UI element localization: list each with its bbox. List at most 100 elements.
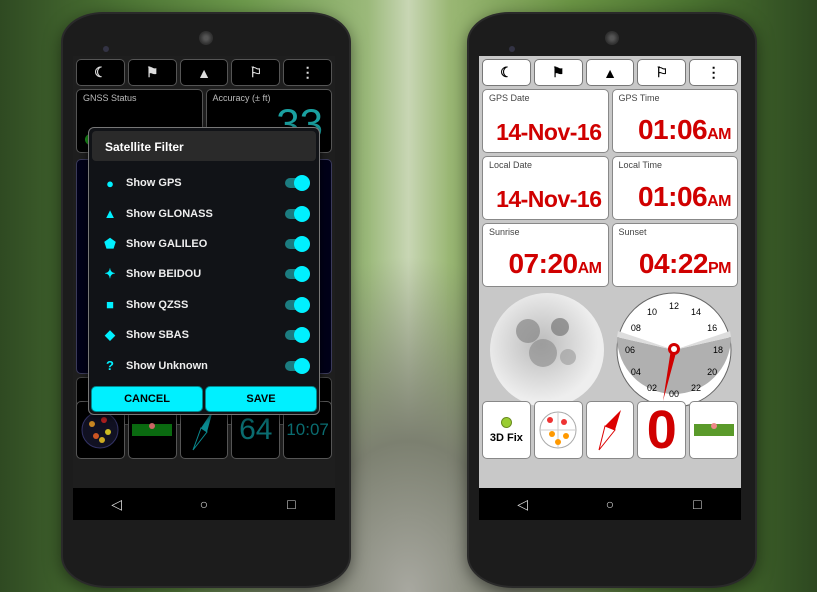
filter-row-sbas[interactable]: ◆ Show SBAS [89, 320, 319, 350]
more-options-button[interactable]: ⋮ [689, 59, 738, 86]
clock-hour-label: 14 [690, 307, 700, 317]
back-button[interactable]: ◁ [508, 496, 538, 513]
right-screen: ☾ ⚑ ▲ ⚐ ⋮ GPS Date 14-Nov-16 GPS Time 01:0… [479, 56, 741, 520]
card-label: GPS Date [489, 93, 530, 103]
fix-text: 3D Fix [489, 431, 523, 444]
local-date-card[interactable]: Local Date 14-Nov-16 [482, 156, 609, 220]
card-value: 07:20 [508, 248, 578, 279]
altitude-value: 64 [239, 413, 273, 446]
qzss-toggle[interactable] [285, 296, 310, 313]
world-map-tile[interactable] [689, 401, 738, 459]
gps-time-card[interactable]: GPS Time 01:06AM [611, 89, 738, 153]
right-phone: ☾ ⚑ ▲ ⚐ ⋮ GPS Date 14-Nov-16 GPS Time 01:0… [469, 14, 755, 586]
satellites-tile[interactable]: 0 [637, 401, 687, 459]
glonass-toggle[interactable] [285, 205, 310, 222]
beidou-toggle[interactable] [285, 266, 310, 283]
compass-icon [598, 410, 621, 451]
sunrise-card[interactable]: Sunrise 07:20AM [482, 223, 609, 287]
left-nav-bar: ◁ ○ □ [73, 488, 335, 520]
local-time-card[interactable]: Local Time 01:06AM [611, 156, 738, 220]
back-button[interactable]: ◁ [102, 496, 132, 513]
card-label: Local Time [618, 160, 663, 170]
sbas-toggle[interactable] [285, 327, 310, 344]
filter-list: ● Show GPS ▲ Show GLONASS ⬟ Show GALILEO ✦ S… [89, 164, 319, 385]
clock-hour-label: 04 [630, 367, 640, 377]
filter-row-beidou[interactable]: ✦ Show BEIDOU [89, 259, 319, 289]
filter-label: Show BEIDOU [126, 268, 202, 281]
waypoints-button[interactable]: ⚐ [637, 59, 687, 86]
time-value: 10:07 [286, 420, 329, 439]
card-suffix: AM [707, 126, 731, 143]
gps-date-card[interactable]: GPS Date 14-Nov-16 [482, 89, 609, 153]
card-suffix: PM [708, 260, 732, 277]
cancel-button[interactable]: CANCEL [91, 386, 203, 412]
people-button[interactable]: ⚑ [127, 59, 177, 86]
people-flag-icon: ⚑ [551, 64, 565, 80]
waypoint-flags-icon: ⚐ [655, 64, 669, 80]
unknown-toggle[interactable] [285, 357, 310, 374]
skyplot-tile[interactable] [533, 401, 583, 459]
waypoint-flags-icon: ⚐ [249, 64, 263, 80]
card-label: GPS Time [618, 93, 660, 103]
card-value: 04:22 [638, 248, 709, 279]
moon-icon: ☾ [94, 64, 107, 80]
more-vert-icon: ⋮ [300, 64, 315, 80]
clock-hour-label: 12 [668, 301, 678, 311]
earpiece-speaker [605, 31, 619, 45]
filter-label: Show QZSS [126, 298, 189, 311]
navigation-arrow-icon: ▲ [603, 64, 617, 81]
home-button[interactable]: ○ [189, 496, 219, 512]
night-mode-button[interactable]: ☾ [76, 59, 125, 86]
moon-clock-row: 12 14 16 18 20 22 00 02 04 06 08 10 [479, 290, 741, 410]
waypoints-button[interactable]: ⚐ [231, 59, 281, 86]
card-label: Local Date [489, 160, 533, 170]
clock-hour-label: 08 [630, 323, 640, 333]
skyplot-icon [539, 411, 577, 449]
night-mode-button[interactable]: ☾ [482, 59, 531, 86]
square-icon: ■ [106, 297, 114, 313]
triangle-icon: ▲ [103, 206, 117, 222]
people-button[interactable]: ⚑ [533, 59, 583, 86]
circle-icon: ● [106, 175, 114, 191]
fix-status-dot [500, 416, 512, 428]
navigation-button[interactable]: ▲ [585, 59, 635, 86]
save-button[interactable]: SAVE [205, 386, 317, 412]
gnss-status-label: GNSS Status [83, 93, 137, 103]
recents-button[interactable]: □ [682, 496, 712, 512]
pentagon-icon: ⬟ [104, 235, 116, 251]
fix-status-tile[interactable]: 3D Fix [482, 401, 531, 459]
navigation-button[interactable]: ▲ [179, 59, 229, 86]
clock-hour-label: 22 [690, 383, 700, 393]
compass-tile[interactable] [585, 401, 635, 459]
card-value: 01:06 [637, 114, 708, 145]
time-cards: GPS Date 14-Nov-16 GPS Time 01:06AM Local … [479, 86, 741, 290]
star-icon: ✦ [104, 266, 116, 282]
front-camera [509, 46, 515, 52]
galileo-toggle[interactable] [285, 235, 310, 252]
right-toolbar: ☾ ⚑ ▲ ⚐ ⋮ [479, 56, 741, 86]
more-options-button[interactable]: ⋮ [283, 59, 332, 86]
world-map-icon [132, 423, 173, 436]
sun-clock-dial[interactable]: 121416182022000204060810 [615, 291, 733, 409]
card-label: Sunrise [489, 227, 520, 237]
filter-label: Show GALILEO [126, 237, 208, 250]
earpiece-speaker [199, 31, 213, 45]
clock-hour-label: 10 [646, 307, 656, 317]
filter-row-glonass[interactable]: ▲ Show GLONASS [89, 198, 319, 228]
filter-row-galileo[interactable]: ⬟ Show GALILEO [89, 229, 319, 259]
recents-button[interactable]: □ [276, 496, 306, 512]
home-button[interactable]: ○ [595, 496, 625, 512]
people-flag-icon: ⚑ [145, 64, 159, 80]
sunset-card[interactable]: Sunset 04:22PM [611, 223, 738, 287]
filter-row-gps[interactable]: ● Show GPS [89, 168, 319, 198]
filter-label: Show GPS [126, 177, 182, 190]
filter-row-qzss[interactable]: ■ Show QZSS [89, 290, 319, 320]
card-suffix: AM [577, 260, 602, 277]
filter-row-unknown[interactable]: ? Show Unknown [89, 350, 319, 380]
gps-toggle[interactable] [285, 175, 310, 192]
moon-icon: ☾ [500, 64, 513, 80]
clock-hour-label: 02 [646, 383, 656, 393]
clock-hour-label: 06 [624, 345, 634, 355]
moon-phase-image[interactable] [488, 291, 606, 409]
clock-hour-label: 18 [712, 345, 722, 355]
